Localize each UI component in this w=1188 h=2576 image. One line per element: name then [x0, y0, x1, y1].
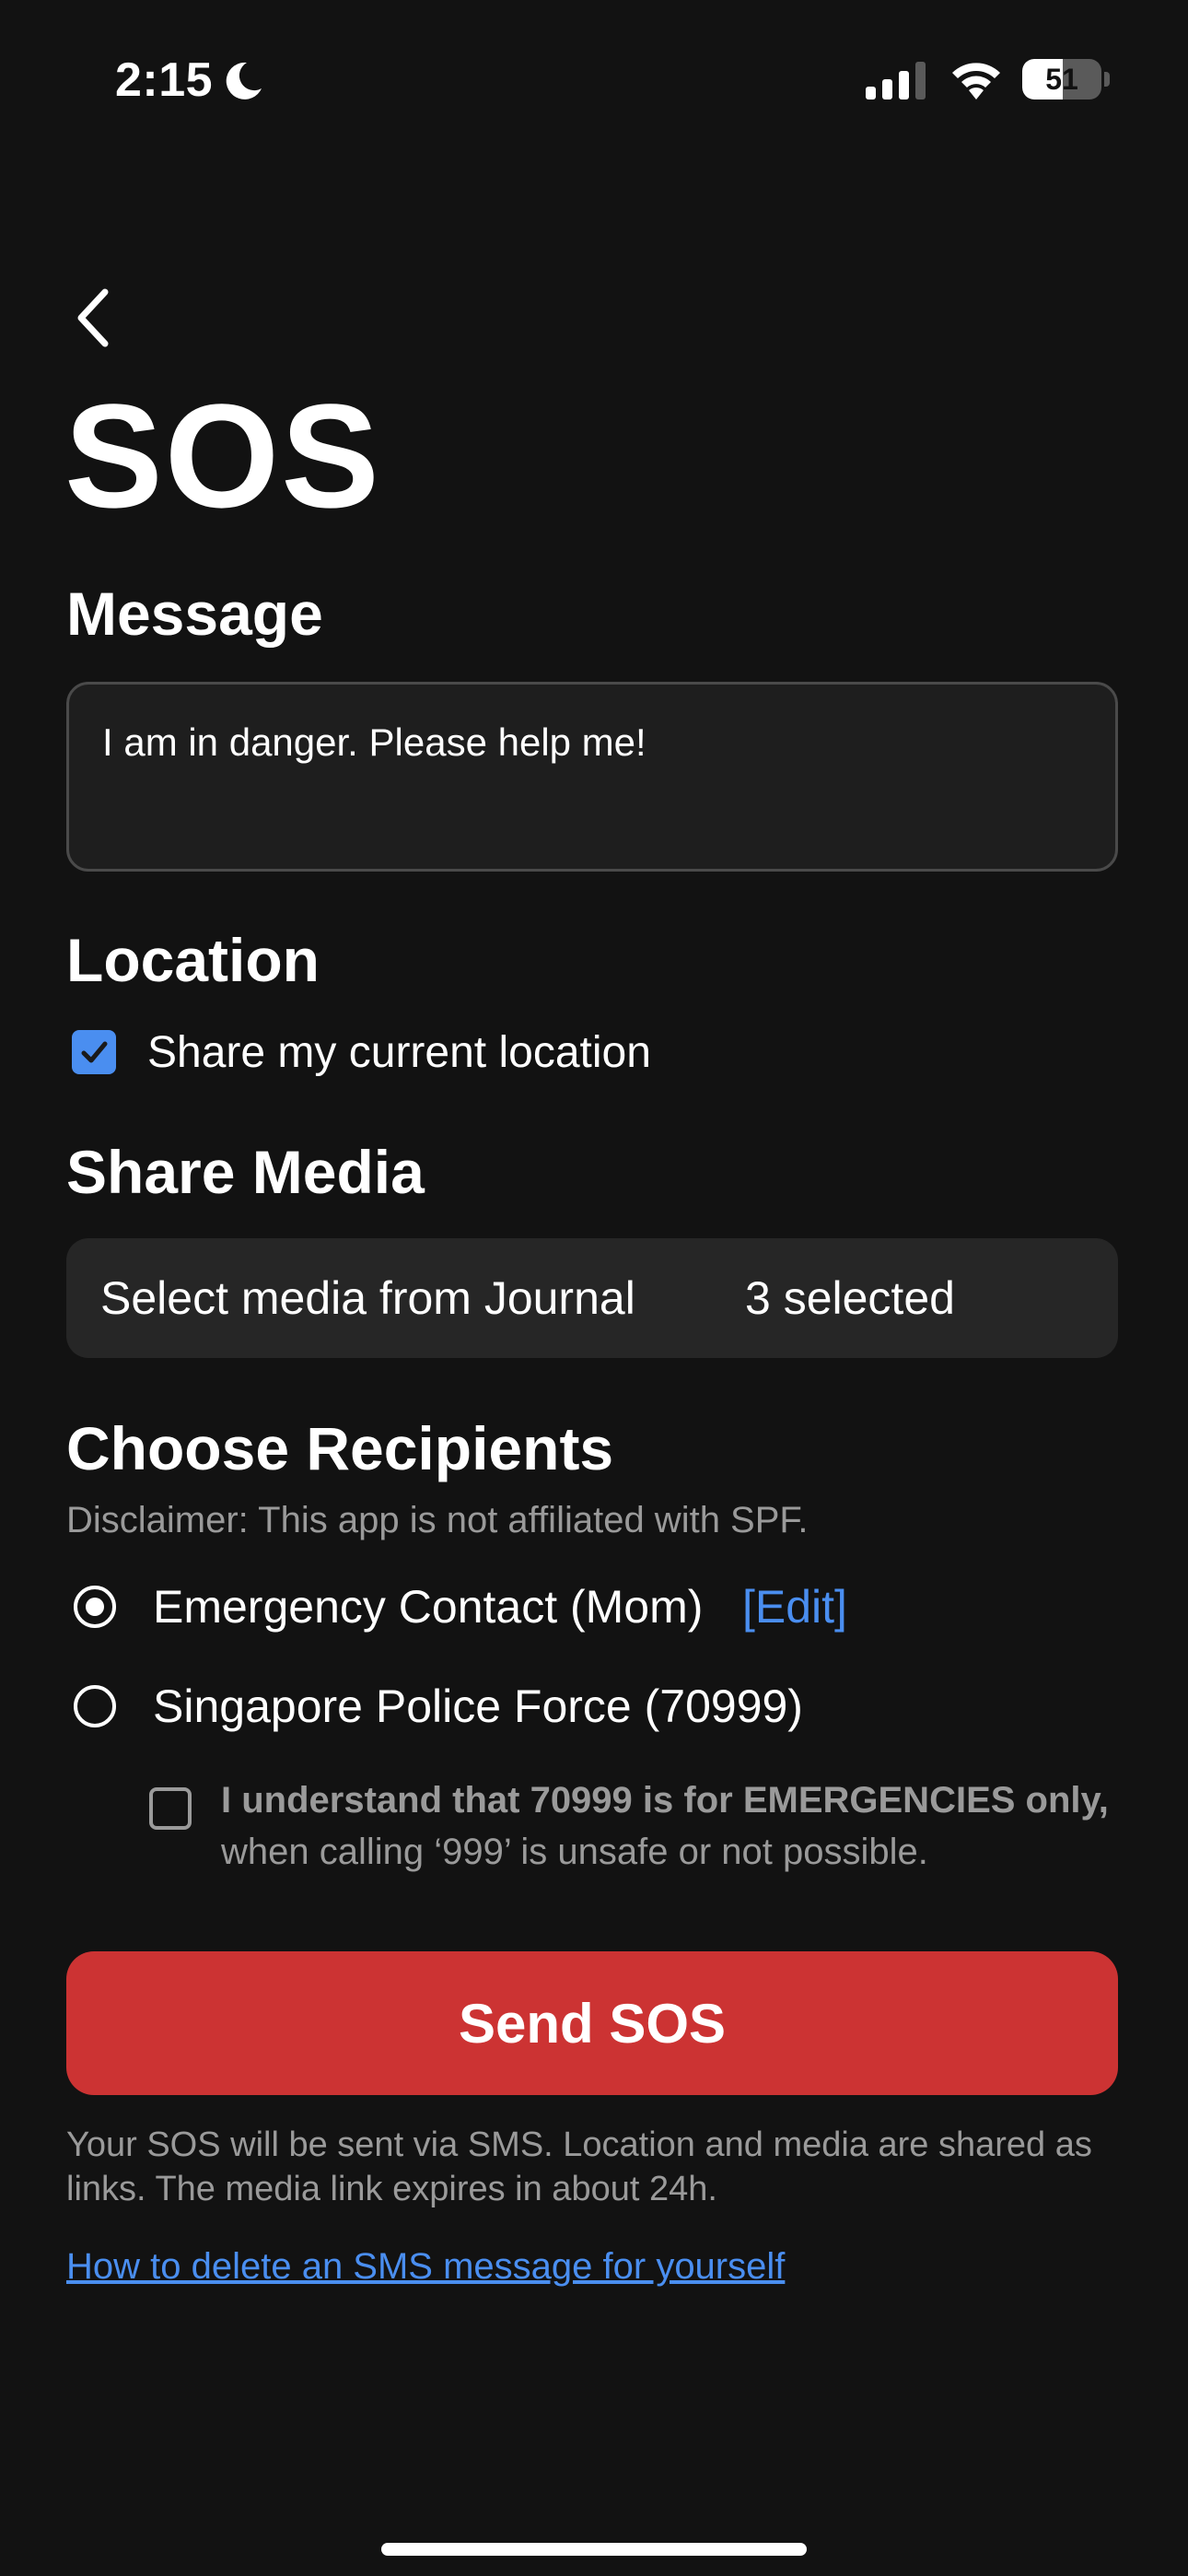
radio-selected-dot — [86, 1598, 104, 1616]
emergency-acknowledge-text[interactable]: I understand that 70999 is for EMERGENCI… — [221, 1774, 1124, 1878]
checkmark-icon — [81, 1041, 108, 1063]
moon-icon — [226, 62, 262, 100]
back-chevron-icon[interactable] — [66, 281, 122, 355]
cellular-signal-icon — [866, 62, 926, 100]
home-indicator[interactable] — [381, 2543, 807, 2556]
message-input[interactable]: I am in danger. Please help me! — [66, 682, 1118, 872]
page-title: SOS — [64, 373, 381, 538]
share-media-heading: Share Media — [66, 1138, 425, 1206]
share-location-checkbox[interactable] — [72, 1030, 116, 1074]
location-heading: Location — [66, 926, 320, 994]
emergency-acknowledge-checkbox[interactable] — [149, 1787, 192, 1830]
edit-contact-link[interactable]: [Edit] — [742, 1577, 847, 1636]
recipient-police-force-label[interactable]: Singapore Police Force (70999) — [153, 1677, 803, 1736]
delete-sms-help-link[interactable]: How to delete an SMS message for yoursel… — [66, 2242, 785, 2290]
media-selected-count: 3 selected — [745, 1272, 955, 1324]
ack-rest-text: when calling ‘999’ is unsafe or not poss… — [221, 1832, 928, 1872]
recipients-heading: Choose Recipients — [66, 1414, 614, 1482]
select-media-button[interactable]: Select media from Journal 3 selected — [66, 1238, 1118, 1358]
radio-emergency-contact[interactable] — [74, 1586, 116, 1628]
disclaimer-text: Disclaimer: This app is not affiliated w… — [66, 1500, 809, 1540]
message-heading: Message — [66, 580, 323, 648]
battery-level-text: 51 — [1045, 63, 1078, 96]
ack-bold-text: I understand that 70999 is for EMERGENCI… — [221, 1780, 1109, 1821]
wifi-icon — [952, 63, 1000, 100]
radio-police-force[interactable] — [74, 1685, 116, 1727]
send-sos-button[interactable]: Send SOS — [66, 1951, 1118, 2095]
battery-icon: 51 — [1022, 57, 1111, 101]
recipient-emergency-contact-label[interactable]: Emergency Contact (Mom) — [153, 1577, 703, 1636]
share-location-label[interactable]: Share my current location — [147, 1025, 651, 1082]
status-time: 2:15 — [115, 53, 214, 107]
sms-info-note: Your SOS will be sent via SMS. Location … — [66, 2125, 1092, 2208]
select-media-label: Select media from Journal — [100, 1272, 635, 1324]
